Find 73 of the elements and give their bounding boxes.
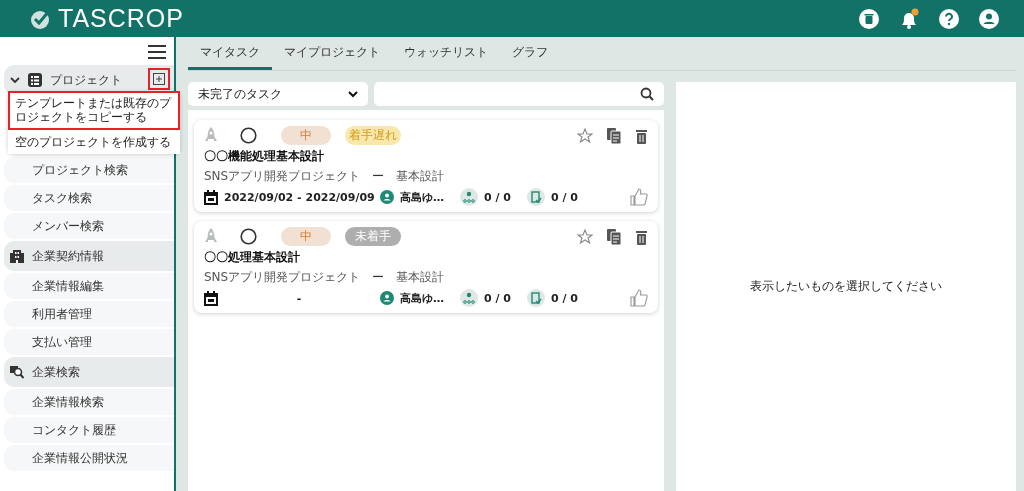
task-card[interactable]: 中 未着手 〇〇処理基本設計 SNSアプリ開発プロジェクト ー 基本設計 - 高島ゆ… 0 / 0 0 / 0 bbox=[194, 221, 658, 313]
chevron-icon[interactable] bbox=[348, 90, 358, 98]
user-icon[interactable] bbox=[978, 7, 1000, 30]
thumbs-up-icon[interactable] bbox=[630, 289, 648, 307]
trash-icon[interactable] bbox=[635, 228, 648, 245]
checklist-icon[interactable] bbox=[527, 188, 545, 206]
phase-name: 基本設計 bbox=[396, 168, 445, 185]
phase-name: 基本設計 bbox=[396, 269, 445, 286]
sidebar-item[interactable]: コンタクト履歴 bbox=[4, 417, 174, 443]
checklist-icon[interactable] bbox=[527, 289, 545, 307]
date-range: 2022/09/02 - 2022/09/09 bbox=[224, 190, 374, 204]
hierarchy-icon[interactable] bbox=[460, 289, 478, 307]
project-name: SNSアプリ開発プロジェクト bbox=[204, 269, 361, 286]
star-icon[interactable] bbox=[577, 127, 593, 144]
building-search-icon bbox=[10, 365, 24, 379]
circle-icon[interactable] bbox=[240, 228, 257, 245]
tab[interactable]: ウォッチリスト bbox=[392, 37, 500, 70]
tab[interactable]: マイプロジェクト bbox=[272, 37, 392, 70]
priority-tag: 中 bbox=[281, 126, 331, 145]
trash-icon[interactable] bbox=[635, 127, 648, 144]
sidebar-item[interactable]: 支払い管理 bbox=[4, 329, 174, 355]
circle-icon[interactable] bbox=[240, 127, 257, 144]
sidebar-group[interactable]: 企業契約情報 bbox=[4, 241, 174, 271]
separator-dash: ー bbox=[372, 168, 385, 185]
help-icon[interactable] bbox=[938, 7, 960, 30]
logo-text: TASCROP bbox=[58, 4, 184, 33]
star-icon[interactable] bbox=[577, 228, 593, 245]
status-tag: 未着手 bbox=[345, 227, 401, 246]
copy-icon[interactable] bbox=[607, 228, 621, 245]
check-count: 0 / 0 bbox=[551, 190, 578, 204]
search-field[interactable] bbox=[374, 82, 664, 106]
thumbs-up-icon[interactable] bbox=[630, 188, 648, 206]
sidebar-item[interactable]: 企業情報検索 bbox=[4, 389, 174, 415]
empty-message: 表示したいものを選択してください bbox=[750, 278, 942, 295]
menu-icon[interactable] bbox=[148, 45, 166, 59]
task-title[interactable]: 〇〇処理基本設計 bbox=[204, 249, 648, 266]
sidebar-item[interactable]: タスク検索 bbox=[4, 185, 174, 211]
copy-icon[interactable] bbox=[607, 127, 621, 144]
tab[interactable]: グラフ bbox=[500, 37, 560, 70]
sidebar-item[interactable]: プロジェクト検索 bbox=[4, 157, 174, 183]
filter-dropdown[interactable]: 未完了のタスク bbox=[188, 82, 368, 106]
menu-item[interactable]: テンプレートまたは既存のプロジェクトをコピーする bbox=[8, 91, 180, 130]
date-range: - bbox=[295, 291, 303, 305]
menu-item[interactable]: 空のプロジェクトを作成する bbox=[8, 129, 180, 155]
avatar-icon bbox=[380, 190, 394, 204]
hierarchy-icon[interactable] bbox=[460, 188, 478, 206]
priority-tag: 中 bbox=[281, 227, 331, 246]
task-card[interactable]: 中 着手遅れ 〇〇機能処理基本設計 SNSアプリ開発プロジェクト ー 基本設計 2022/09/02 - 2022/09/09 高島ゆ… 0 / 0 0 / 0 bbox=[194, 120, 658, 212]
separator-dash: ー bbox=[372, 269, 385, 286]
tab[interactable]: マイタスク bbox=[188, 37, 272, 70]
sidebar-item[interactable]: 企業情報編集 bbox=[4, 273, 174, 299]
list-icon bbox=[28, 73, 42, 87]
avatar-icon bbox=[380, 291, 394, 305]
sidebar-item[interactable]: 利用者管理 bbox=[4, 301, 174, 327]
calendar-icon[interactable] bbox=[204, 189, 218, 205]
check-count: 0 / 0 bbox=[551, 291, 578, 305]
status-tag: 着手遅れ bbox=[345, 126, 401, 145]
sidebar-group[interactable]: 企業検索 bbox=[4, 357, 174, 387]
plus-icon[interactable] bbox=[153, 73, 165, 85]
assignee-name: 高島ゆ… bbox=[400, 189, 444, 205]
sidebar-item[interactable]: メンバー検索 bbox=[4, 213, 174, 239]
subtask-count: 0 / 0 bbox=[484, 291, 511, 305]
assignee-name: 高島ゆ… bbox=[400, 290, 444, 306]
chevron-icon[interactable] bbox=[10, 75, 20, 85]
calendar-icon[interactable] bbox=[204, 290, 218, 306]
add-button[interactable] bbox=[148, 68, 170, 90]
search-icon[interactable] bbox=[640, 87, 654, 101]
building-icon bbox=[10, 249, 24, 263]
subtask-count: 0 / 0 bbox=[484, 190, 511, 204]
project-name: SNSアプリ開発プロジェクト bbox=[204, 168, 361, 185]
task-title[interactable]: 〇〇機能処理基本設計 bbox=[204, 148, 648, 165]
sidebar-item[interactable]: 企業情報公開状況 bbox=[4, 445, 174, 471]
trash-icon[interactable] bbox=[858, 7, 880, 30]
